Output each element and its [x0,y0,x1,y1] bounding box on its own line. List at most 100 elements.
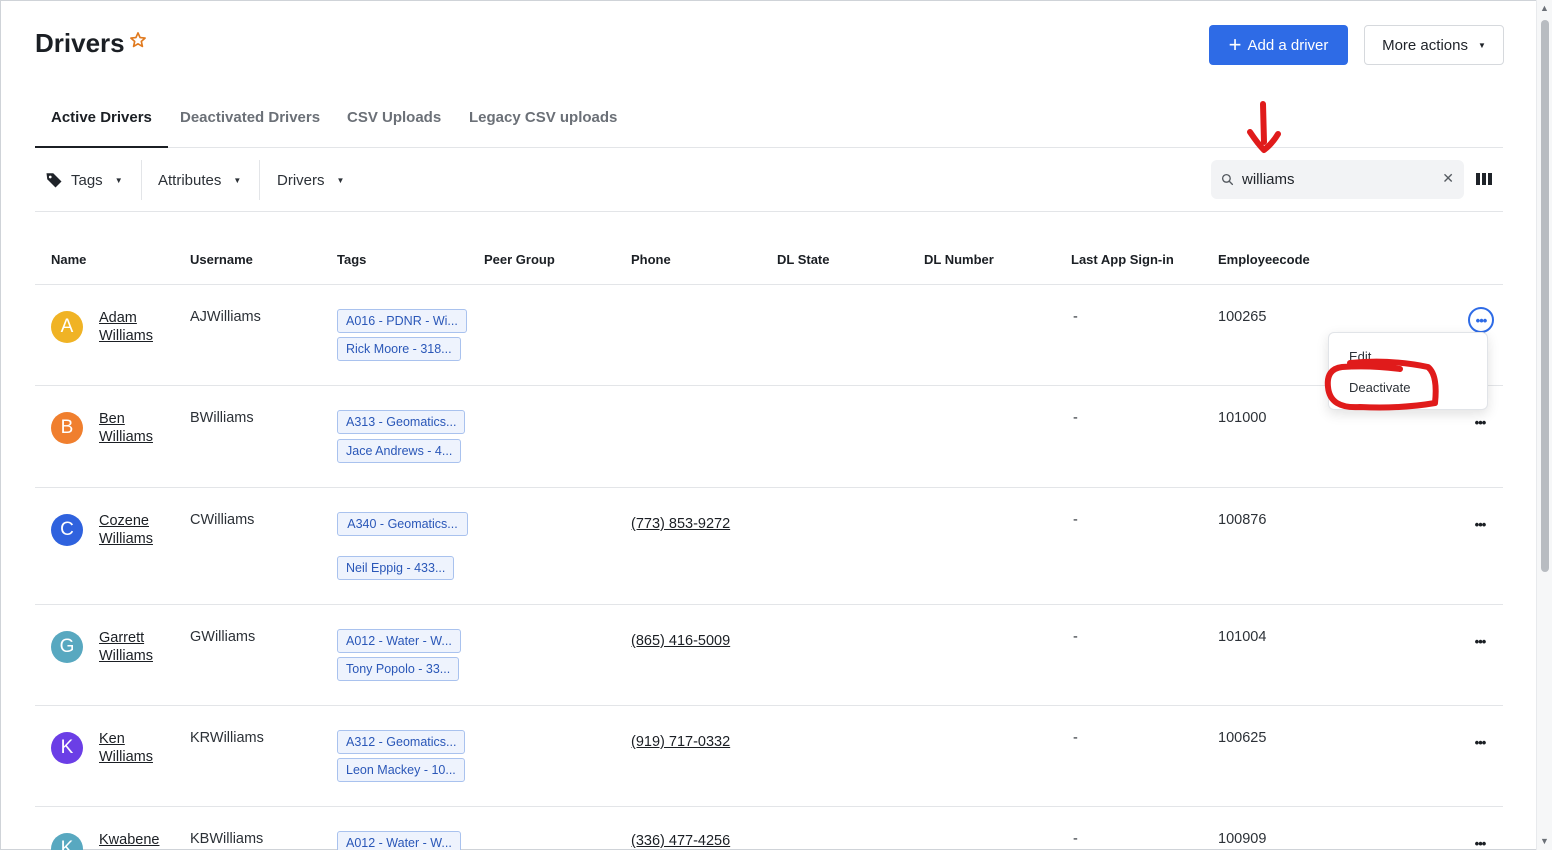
last-sign-in: - [1073,309,1078,325]
tag-chip[interactable]: Neil Eppig - 433... [337,556,455,580]
avatar: K [51,833,83,850]
driver-first-name: Ken [99,731,125,747]
row-actions-icon[interactable]: ••• [1468,307,1494,333]
driver-name-link[interactable]: Ben Williams [99,410,169,446]
driver-name-link[interactable]: Kwabene [99,831,169,849]
more-actions-button[interactable]: More actions ▼ [1364,25,1504,65]
avatar: K [51,732,83,764]
add-driver-button[interactable]: + Add a driver [1209,25,1348,65]
column-header-name[interactable]: Name [51,252,86,267]
tag-chip[interactable]: A340 - Geomatics... [337,512,468,536]
last-sign-in: - [1073,629,1078,645]
driver-first-name: Garrett [99,630,145,646]
column-header-employeecode[interactable]: Employeecode [1218,252,1310,267]
employee-code: 100265 [1218,309,1267,325]
table-row: C Cozene Williams CWilliams A340 - Geomat… [35,488,1503,605]
avatar: C [51,514,83,546]
drivers-filter[interactable]: Drivers ▼ [277,160,344,200]
scroll-up-icon[interactable]: ▲ [1540,3,1549,13]
scrollbar-thumb[interactable] [1541,20,1549,572]
avatar: B [51,412,83,444]
row-actions-icon[interactable]: ••• [1468,831,1492,850]
employee-code: 100625 [1218,730,1267,746]
driver-name-link[interactable]: Garrett Williams [99,629,169,665]
caret-down-icon: ▼ [336,175,345,185]
tag-chip[interactable]: A312 - Geomatics... [337,730,466,754]
column-header-phone[interactable]: Phone [631,252,671,267]
tag-chip[interactable]: Leon Mackey - 10... [337,758,465,782]
page-title: Drivers [35,28,125,58]
driver-name-link[interactable]: Adam Williams [99,309,169,345]
tab-active-drivers[interactable]: Active Drivers [35,100,168,148]
divider [141,160,142,200]
tags-filter[interactable]: Tags ▼ [45,160,123,200]
clear-search-icon[interactable]: ✕ [1442,170,1454,187]
tag-chip[interactable]: Tony Popolo - 33... [337,657,460,681]
driver-last-name: Williams [99,749,153,765]
tag-chip[interactable]: A313 - Geomatics... [337,410,466,434]
driver-first-name: Ben [99,411,125,427]
columns-icon[interactable] [1476,172,1492,186]
driver-last-name: Williams [99,648,153,664]
star-icon[interactable] [128,30,148,50]
phone-link[interactable]: (919) 717-0332 [631,734,730,750]
column-header-dl-number[interactable]: DL Number [924,252,994,267]
search-icon [1221,173,1234,186]
tag-chip[interactable]: Jace Andrews - 4... [337,439,462,463]
driver-last-name: Williams [99,328,153,344]
driver-first-name: Kwabene [99,832,160,848]
column-header-dl-state[interactable]: DL State [777,252,830,267]
plus-icon: + [1228,32,1242,57]
username: KRWilliams [190,730,264,746]
tag-chip[interactable]: Rick Moore - 318... [337,337,461,361]
column-header-tags[interactable]: Tags [337,252,366,267]
vertical-scrollbar[interactable]: ▲ ▼ [1536,0,1552,850]
last-sign-in: - [1073,512,1078,528]
tab-deactivated-drivers[interactable]: Deactivated Drivers [164,100,336,148]
tag-chip[interactable]: A016 - PDNR - Wi... [337,309,467,333]
username: CWilliams [190,512,255,528]
search-input[interactable] [1240,170,1430,189]
avatar: G [51,631,83,663]
tag-chip[interactable]: A012 - Water - W... [337,831,461,850]
row-actions-icon[interactable]: ••• [1468,629,1492,653]
last-sign-in: - [1073,831,1078,847]
employee-code: 101000 [1218,410,1267,426]
drivers-filter-label: Drivers [277,171,325,189]
driver-last-name: Williams [99,429,153,445]
username: KBWilliams [190,831,264,847]
add-driver-label: Add a driver [1247,36,1329,54]
divider [259,160,260,200]
driver-name-link[interactable]: Cozene Williams [99,512,169,548]
tags-filter-label: Tags [71,171,103,189]
phone-link[interactable]: (865) 416-5009 [631,633,730,649]
table-row: A Adam Williams AJWilliams A016 - PDNR - … [35,285,1503,386]
username: AJWilliams [190,309,261,325]
attributes-filter-label: Attributes [158,171,222,189]
phone-link[interactable]: (773) 853-9272 [631,516,730,532]
row-actions-icon[interactable]: ••• [1468,512,1492,536]
employee-code: 100876 [1218,512,1267,528]
table-row: B Ben Williams BWilliams A313 - Geomatics… [35,386,1503,488]
last-sign-in: - [1073,410,1078,426]
table-row: G Garrett Williams GWilliams A012 - Water… [35,605,1503,706]
last-sign-in: - [1073,730,1078,746]
tag-chip[interactable]: A012 - Water - W... [337,629,461,653]
row-actions-icon[interactable]: ••• [1468,410,1492,434]
tab-legacy-csv-uploads[interactable]: Legacy CSV uploads [453,100,633,148]
driver-name-link[interactable]: Ken Williams [99,730,169,766]
username: GWilliams [190,629,256,645]
search-box: ✕ [1211,160,1464,199]
driver-first-name: Cozene [99,513,149,529]
column-header-username[interactable]: Username [190,252,253,267]
row-actions-icon[interactable]: ••• [1468,730,1492,754]
scroll-down-icon[interactable]: ▼ [1540,836,1549,846]
tab-csv-uploads[interactable]: CSV Uploads [331,100,457,148]
phone-link[interactable]: (336) 477-4256 [631,833,730,849]
column-header-peer-group[interactable]: Peer Group [484,252,555,267]
caret-down-icon: ▼ [1477,40,1486,50]
more-actions-label: More actions [1382,36,1468,54]
attributes-filter[interactable]: Attributes ▼ [158,160,241,200]
caret-down-icon: ▼ [233,175,242,185]
column-header-last-app-sign-in[interactable]: Last App Sign-in [1071,252,1174,267]
